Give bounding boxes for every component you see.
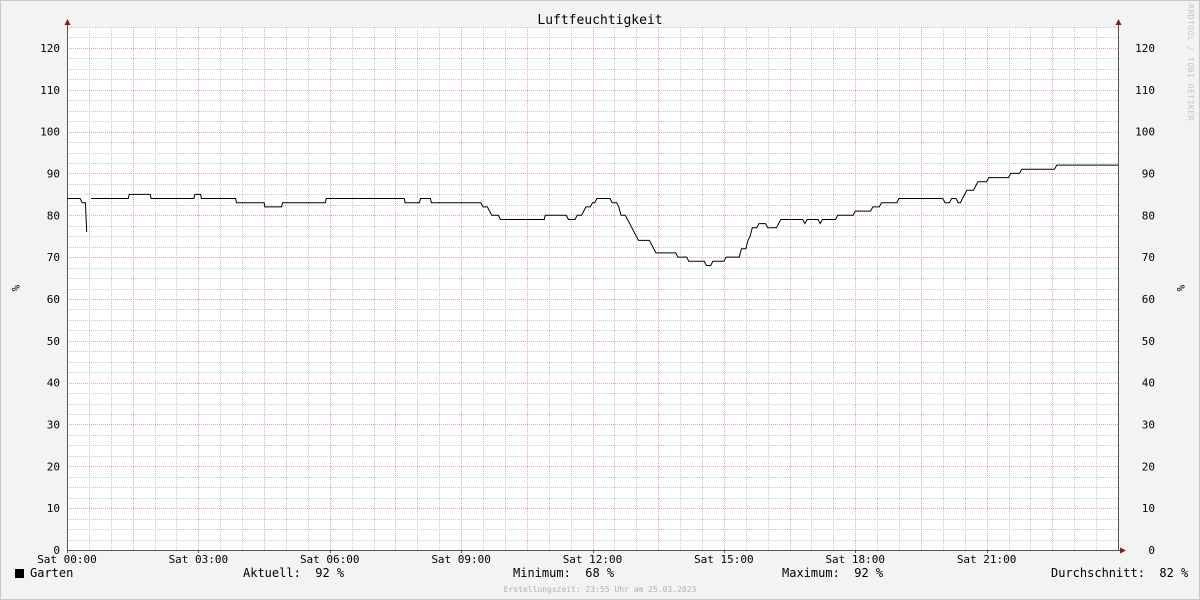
y-tick-label: 60 — [1142, 293, 1155, 306]
x-tick-label: Sat 21:00 — [957, 553, 1017, 566]
y-tick-label: 90 — [1142, 167, 1155, 180]
y-tick-label: 90 — [47, 167, 60, 180]
y-tick-label: 30 — [47, 418, 60, 431]
footer-timestamp: Erstellungszeit: 23:55 Uhr am 25.03.2023 — [503, 585, 697, 594]
plot-area — [67, 27, 1118, 550]
legend-current: Aktuell: 92 % — [243, 566, 344, 580]
max-value: 92 % — [854, 566, 884, 580]
y-tick-label: 110 — [40, 84, 60, 97]
max-label: Maximum: — [782, 566, 840, 580]
avg-label: Durchschnitt: — [1051, 566, 1145, 580]
x-tick-label: Sat 18:00 — [825, 553, 885, 566]
min-value: 68 % — [585, 566, 615, 580]
humidity-chart: 0 10 20 30 40 50 60 70 80 90 100 110 120 0 10 20 30 40 50… — [9, 13, 1187, 566]
y-tick-label: 100 — [1135, 126, 1155, 139]
y-tick-label: 60 — [47, 293, 60, 306]
y-tick-label: 10 — [1142, 502, 1155, 515]
y-tick-label: 70 — [47, 251, 60, 264]
legend-maximum: Maximum: 92 % — [782, 566, 883, 580]
min-label: Minimum: — [513, 566, 571, 580]
avg-value: 82 % — [1159, 566, 1189, 580]
x-tick-label: Sat 06:00 — [300, 553, 360, 566]
x-tick-label: Sat 12:00 — [563, 553, 623, 566]
y-tick-label: 120 — [40, 42, 60, 55]
rrdtool-watermark: RRDTOOL / TOBI OETIKER — [1186, 4, 1195, 121]
y-tick-label: 110 — [1135, 84, 1155, 97]
legend-series-name: Garten — [30, 566, 74, 580]
current-label: Aktuell: — [243, 566, 301, 580]
y-tick-labels-right: 0 10 20 30 40 50 60 70 80 90 100 110 120 — [1135, 42, 1155, 557]
x-tick-label: Sat 03:00 — [169, 553, 229, 566]
x-tick-label: Sat 00:00 — [37, 553, 97, 566]
y-tick-label: 120 — [1135, 42, 1155, 55]
legend-swatch — [15, 569, 24, 578]
x-tick-labels: Sat 00:00 Sat 03:00 Sat 06:00 Sat 09:00 Sat … — [37, 550, 1016, 566]
legend-average: Durchschnitt: 82 % — [1051, 566, 1188, 580]
y-tick-label: 0 — [1148, 544, 1155, 557]
y-tick-label: 20 — [47, 460, 60, 473]
x-tick-label: Sat 15:00 — [694, 553, 754, 566]
y-axis-label-right: % — [1174, 285, 1187, 292]
chart-title: Luftfeuchtigkeit — [537, 13, 662, 28]
y-axis-arrow-right — [1115, 19, 1122, 25]
y-tick-label: 50 — [47, 335, 60, 348]
legend-minimum: Minimum: 68 % — [513, 566, 614, 580]
y-axis-label-left: % — [9, 285, 22, 292]
y-tick-label: 40 — [47, 377, 60, 390]
y-tick-labels-left: 0102030405060708090100110120 — [40, 42, 60, 557]
y-tick-label: 40 — [1142, 377, 1155, 390]
y-tick-label: 80 — [1142, 209, 1155, 222]
y-tick-label: 20 — [1142, 460, 1155, 473]
y-tick-label: 70 — [1142, 251, 1155, 264]
y-axis-arrow-left — [64, 19, 71, 25]
y-tick-label: 80 — [47, 209, 60, 222]
y-tick-label: 50 — [1142, 335, 1155, 348]
current-value: 92 % — [315, 566, 345, 580]
y-tick-label: 100 — [40, 126, 60, 139]
x-axis-arrow — [1120, 547, 1126, 554]
x-tick-label: Sat 09:00 — [431, 553, 491, 566]
y-tick-label: 30 — [1142, 418, 1155, 431]
legend-series: Garten — [15, 566, 73, 580]
y-tick-label: 10 — [47, 502, 60, 515]
